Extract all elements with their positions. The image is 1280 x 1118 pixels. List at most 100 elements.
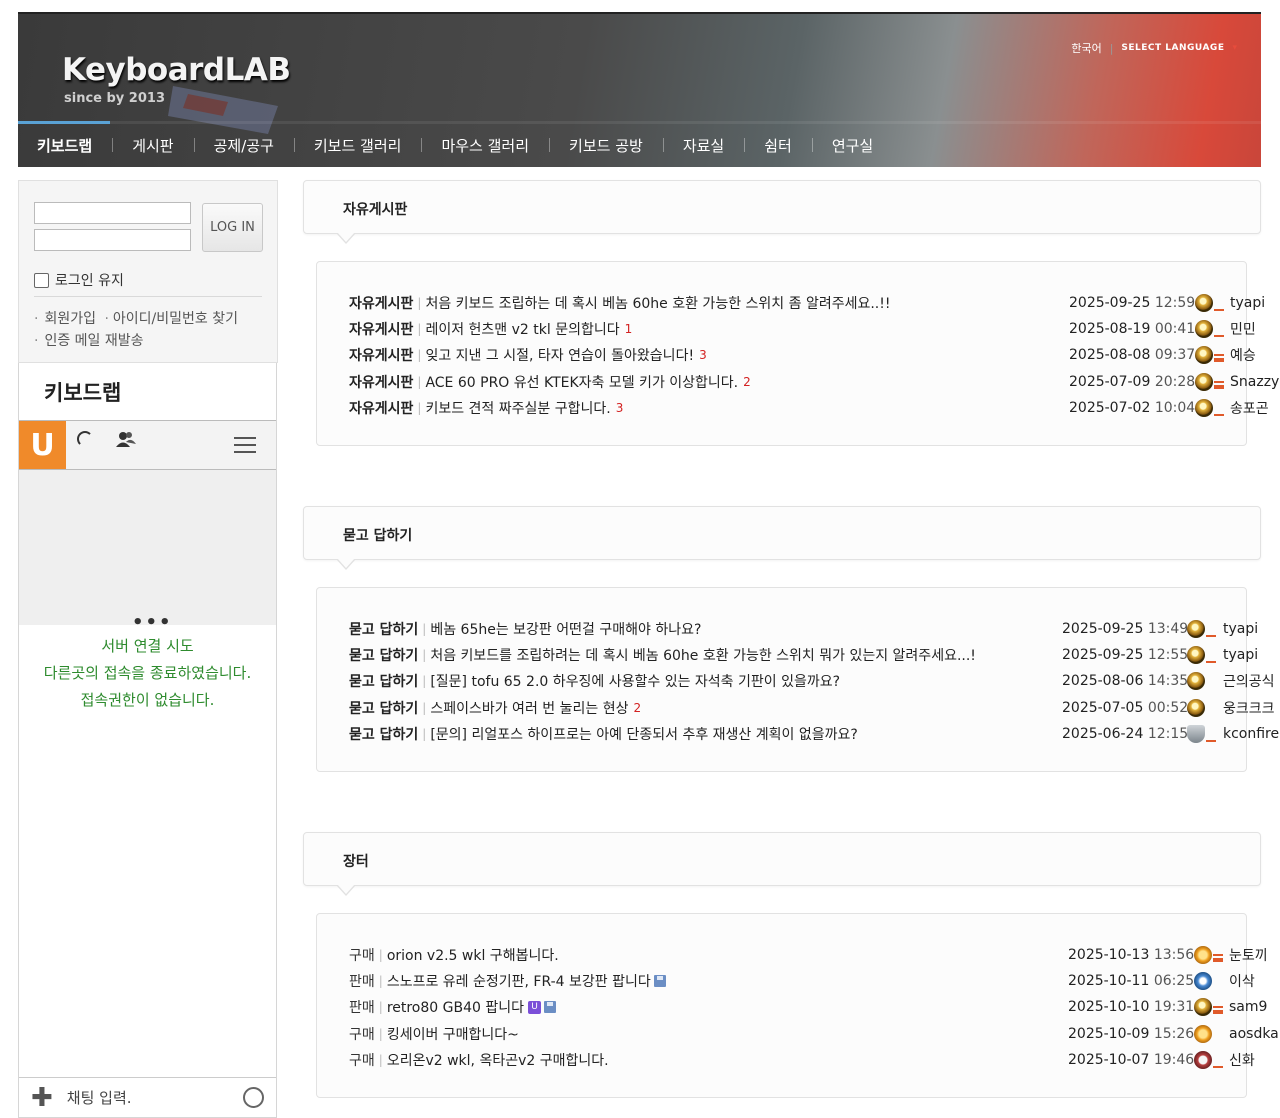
u-logo-icon[interactable]: U — [19, 421, 66, 469]
nav-item-keyboard-workshop[interactable]: 키보드 공방 — [549, 135, 663, 156]
post-title[interactable]: 스노프로 유레 순정기판, FR-4 보강판 팝니다 — [387, 971, 651, 991]
post-author[interactable]: tyapi — [1230, 295, 1265, 311]
chat-input-placeholder[interactable]: 채팅 입력. — [67, 1087, 132, 1108]
post-category[interactable]: 묻고 답하기 — [349, 619, 418, 639]
post-row[interactable]: 묻고 답하기 | [질문] tofu 65 2.0 하우징에 사용할수 있는 자석축… — [349, 668, 1275, 694]
post-category[interactable]: 판매 — [349, 997, 375, 1017]
post-date-time: 13:49 — [1147, 621, 1189, 638]
plus-icon[interactable]: ✚ — [31, 1083, 53, 1113]
post-title[interactable]: 레이저 헌츠맨 v2 tkl 문의합니다 — [425, 319, 619, 339]
section-header-tail — [336, 232, 356, 244]
signup-link[interactable]: 회원가입 — [44, 311, 96, 327]
resend-mail-link[interactable]: 인증 메일 재발송 — [44, 333, 143, 349]
nav-item-mouse-gallery[interactable]: 마우스 갤러리 — [421, 135, 549, 156]
emoji-icon[interactable] — [243, 1087, 264, 1108]
post-row[interactable]: 구매 | 킹세이버 구매합니다~ 2025-10-09 15:26 aosdka — [349, 1021, 1279, 1047]
post-row[interactable]: 묻고 답하기 | 스페이스바가 여러 번 눌리는 현상 2 2025-07-05 00:… — [349, 695, 1275, 721]
post-title[interactable]: 스페이스바가 여러 번 눌리는 현상 — [430, 698, 628, 718]
post-author[interactable]: 민민 — [1230, 319, 1256, 339]
post-author[interactable]: tyapi — [1223, 621, 1258, 637]
post-author[interactable]: kconfire — [1223, 726, 1279, 742]
nav-item-keyboard-gallery[interactable]: 키보드 갤러리 — [293, 135, 422, 156]
hamburger-menu-icon[interactable] — [234, 437, 256, 458]
user-rank-badge — [1195, 346, 1224, 365]
post-category[interactable]: 구매 — [349, 1050, 375, 1070]
section-title[interactable]: 장터 — [343, 851, 369, 871]
post-category[interactable]: 자유게시판 — [349, 345, 413, 365]
post-date: 2025-06-24 12:15 — [1062, 726, 1188, 742]
post-category[interactable]: 자유게시판 — [349, 319, 413, 339]
post-category[interactable]: 자유게시판 — [349, 398, 413, 418]
post-row[interactable]: 묻고 답하기 | [문의] 리얼포스 하이프로는 아예 단종되서 추후 재생산 계획… — [349, 721, 1279, 747]
nav-item-group-buy[interactable]: 공제/공구 — [193, 135, 294, 156]
post-row[interactable]: 묻고 답하기 | 처음 키보드를 조립하려는 데 혹시 베놈 60he 호환 가능한… — [349, 642, 1258, 668]
post-category[interactable]: 묻고 답하기 — [349, 671, 418, 691]
post-date-day: 2025-10-13 — [1068, 947, 1150, 964]
post-title[interactable]: 킹세이버 구매합니다~ — [387, 1024, 519, 1044]
keep-login[interactable]: 로그인 유지 — [34, 270, 124, 290]
post-category[interactable]: 자유게시판 — [349, 372, 413, 392]
select-language-label[interactable]: SELECT LANGUAGE — [1121, 43, 1224, 53]
post-row[interactable]: 자유게시판 | ACE 60 PRO 유선 KTEK자축 모델 키가 이상합니다. 2… — [349, 369, 1279, 395]
post-author[interactable]: sam9 — [1229, 999, 1267, 1015]
nav-item-lab[interactable]: 연구실 — [811, 135, 893, 156]
post-category[interactable]: 구매 — [349, 1024, 375, 1044]
post-author[interactable]: 이삭 — [1229, 971, 1255, 991]
nav-item-lounge[interactable]: 쉼터 — [744, 135, 812, 156]
post-category[interactable]: 자유게시판 — [349, 293, 413, 313]
post-date: 2025-07-02 10:04 — [1069, 400, 1195, 416]
post-title[interactable]: [질문] tofu 65 2.0 하우징에 사용할수 있는 자석축 기판이 있을… — [430, 671, 840, 691]
language-selector[interactable]: 한국어 | SELECT LANGUAGE ▾ — [1071, 40, 1237, 56]
post-row[interactable]: 자유게시판 | 레이저 헌츠맨 v2 tkl 문의합니다 1 2025-08-19 00… — [349, 316, 1256, 342]
login-divider — [34, 296, 262, 297]
section-title[interactable]: 묻고 답하기 — [343, 525, 412, 545]
post-title[interactable]: 처음 키보드 조립하는 데 혹시 베놈 60he 호환 가능한 스위치 좀 알려… — [425, 293, 890, 313]
post-author[interactable]: 예승 — [1230, 345, 1256, 365]
post-title[interactable]: 베놈 65he는 보강판 어떤걸 구매해야 하나요? — [430, 619, 701, 639]
post-row[interactable]: 자유게시판 | 키보드 견적 짜주실분 구합니다. 3 2025-07-02 10:04… — [349, 395, 1269, 421]
nav-item-board[interactable]: 게시판 — [112, 135, 193, 156]
post-author[interactable]: tyapi — [1223, 647, 1258, 663]
post-title[interactable]: 오리온v2 wkl, 옥타곤v2 구매합니다. — [387, 1050, 609, 1070]
post-author[interactable]: 웅크크크 — [1223, 698, 1275, 718]
users-icon[interactable] — [115, 430, 137, 450]
chevron-down-icon[interactable]: ▾ — [1232, 43, 1237, 53]
post-category[interactable]: 구매 — [349, 945, 375, 965]
post-row[interactable]: 구매 | 오리온v2 wkl, 옥타곤v2 구매합니다. 2025-10-07 19:… — [349, 1047, 1255, 1073]
current-language[interactable]: 한국어 — [1071, 40, 1101, 56]
find-account-link[interactable]: 아이디/비밀번호 찾기 — [113, 311, 238, 327]
post-row[interactable]: 자유게시판 | 처음 키보드 조립하는 데 혹시 베놈 60he 호환 가능한 스위… — [349, 290, 1265, 316]
post-row[interactable]: 자유게시판 | 잊고 지낸 그 시절, 타자 연습이 돌아왔습니다! 3 2025-08… — [349, 342, 1256, 368]
post-title[interactable]: [문의] 리얼포스 하이프로는 아예 단종되서 추후 재생산 계획이 없을까요? — [430, 724, 857, 744]
post-title[interactable]: 잊고 지낸 그 시절, 타자 연습이 돌아왔습니다! — [425, 345, 694, 365]
post-row[interactable]: 묻고 답하기 | 베놈 65he는 보강판 어떤걸 구매해야 하나요? 2025-09… — [349, 616, 1258, 642]
username-input[interactable] — [34, 202, 191, 224]
post-title[interactable]: ACE 60 PRO 유선 KTEK자축 모델 키가 이상합니다. — [425, 372, 738, 392]
post-author[interactable]: 눈토끼 — [1229, 945, 1268, 965]
section-title[interactable]: 자유게시판 — [343, 199, 407, 219]
post-title[interactable]: 키보드 견적 짜주실분 구합니다. — [425, 398, 610, 418]
post-category[interactable]: 묻고 답하기 — [349, 724, 418, 744]
post-title[interactable]: orion v2.5 wkl 구해봅니다. — [387, 945, 559, 965]
post-row[interactable]: 판매 | retro80 GB40 팝니다 U 2025-10-10 19:31 sam9 — [349, 994, 1267, 1020]
post-row[interactable]: 구매 | orion v2.5 wkl 구해봅니다. 2025-10-13 13:56… — [349, 942, 1268, 968]
post-author[interactable]: 송포곤 — [1230, 398, 1269, 418]
post-title[interactable]: retro80 GB40 팝니다 — [387, 997, 524, 1017]
post-author[interactable]: 근의공식 — [1223, 671, 1275, 691]
post-author[interactable]: aosdka — [1229, 1026, 1279, 1042]
password-input[interactable] — [34, 229, 191, 251]
post-author[interactable]: Snazzy — [1230, 374, 1279, 390]
nav-item-keyboardlab[interactable]: 키보드랩 — [37, 135, 112, 156]
nav-item-archive[interactable]: 자료실 — [662, 135, 744, 156]
post-category[interactable]: 묻고 답하기 — [349, 645, 418, 665]
post-date-time: 20:28 — [1154, 373, 1196, 390]
keep-login-checkbox[interactable] — [34, 272, 49, 288]
post-row[interactable]: 판매 | 스노프로 유레 순정기판, FR-4 보강판 팝니다 2025-10-11 … — [349, 968, 1255, 994]
post-category[interactable]: 묻고 답하기 — [349, 698, 418, 718]
post-title[interactable]: 처음 키보드를 조립하려는 데 혹시 베놈 60he 호환 가능한 스위치 뭐가… — [430, 645, 976, 665]
post-author[interactable]: 신화 — [1229, 1050, 1255, 1070]
chat-input-bar[interactable]: ✚ 채팅 입력. — [19, 1077, 276, 1117]
post-date: 2025-10-07 19:46 — [1068, 1052, 1194, 1068]
post-category[interactable]: 판매 — [349, 971, 375, 991]
login-button[interactable]: LOG IN — [202, 203, 263, 252]
